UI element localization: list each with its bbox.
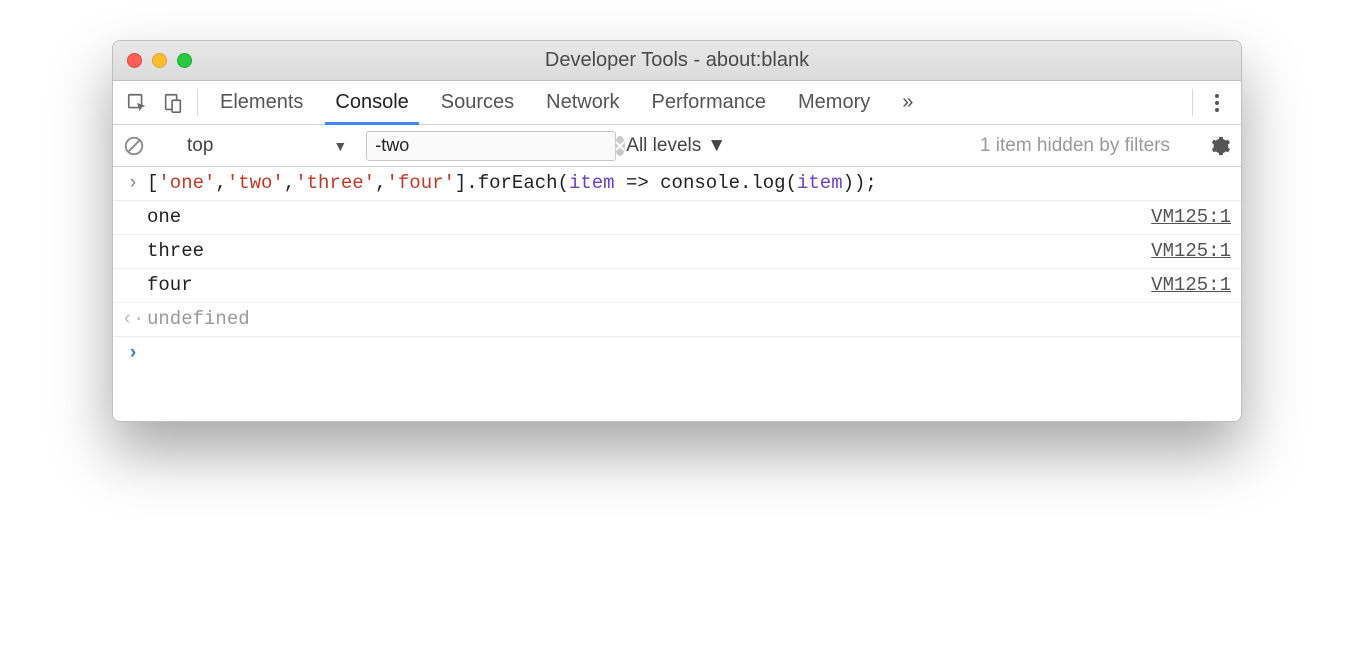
filter-input-wrapper xyxy=(366,131,616,161)
tab-memory[interactable]: Memory xyxy=(782,81,886,124)
hidden-count-message: 1 item hidden by filters xyxy=(980,135,1170,157)
clear-console-button[interactable] xyxy=(123,135,145,157)
chevron-down-icon: ▼ xyxy=(333,138,347,154)
return-value: undefined xyxy=(147,308,1231,330)
separator xyxy=(197,89,198,116)
window-title: Developer Tools - about:blank xyxy=(113,49,1241,72)
log-message: one xyxy=(147,206,1151,228)
log-source-link[interactable]: VM125:1 xyxy=(1151,274,1231,296)
devtools-window: Developer Tools - about:blank Elements C… xyxy=(112,40,1242,422)
levels-label: All levels xyxy=(626,135,701,157)
console-settings-button[interactable] xyxy=(1209,135,1231,157)
filter-input[interactable] xyxy=(375,135,607,156)
console-prompt-row[interactable]: › xyxy=(113,337,1241,371)
tab-label: Elements xyxy=(220,91,303,114)
log-source-link[interactable]: VM125:1 xyxy=(1151,240,1231,262)
tab-network[interactable]: Network xyxy=(530,81,635,124)
panel-tabs: Elements Console Sources Network Perform… xyxy=(204,81,929,124)
tab-label: Network xyxy=(546,91,619,114)
log-source-link[interactable]: VM125:1 xyxy=(1151,206,1231,228)
console-output: › ['one','two','three','four'].forEach(i… xyxy=(113,167,1241,421)
tab-performance[interactable]: Performance xyxy=(636,81,783,124)
tab-sources[interactable]: Sources xyxy=(425,81,530,124)
console-return-row: ‹· undefined xyxy=(113,303,1241,337)
separator xyxy=(1192,89,1193,116)
tab-label: Performance xyxy=(652,91,767,114)
return-prompt-icon: ‹· xyxy=(119,308,147,330)
tab-console[interactable]: Console xyxy=(319,81,424,124)
close-window-button[interactable] xyxy=(127,53,142,68)
console-input-echo-row: › ['one','two','three','four'].forEach(i… xyxy=(113,167,1241,201)
context-selector[interactable]: top ▼ xyxy=(178,130,356,162)
log-message: four xyxy=(147,274,1151,296)
console-code: ['one','two','three','four'].forEach(ite… xyxy=(147,172,1231,194)
input-prompt-icon: › xyxy=(119,342,147,364)
inspect-element-icon[interactable] xyxy=(119,81,155,124)
device-toolbar-icon[interactable] xyxy=(155,81,191,124)
log-message: three xyxy=(147,240,1151,262)
tabs-overflow-button[interactable]: » xyxy=(886,81,929,124)
tab-label: Memory xyxy=(798,91,870,114)
console-log-row: four VM125:1 xyxy=(113,269,1241,303)
more-options-button[interactable] xyxy=(1199,81,1235,124)
input-prompt-icon: › xyxy=(119,172,147,194)
context-value: top xyxy=(187,135,213,157)
devtools-tabbar: Elements Console Sources Network Perform… xyxy=(113,81,1241,125)
chevron-down-icon: ▼ xyxy=(707,135,726,157)
minimize-window-button[interactable] xyxy=(152,53,167,68)
traffic-lights xyxy=(113,53,192,68)
log-level-selector[interactable]: All levels ▼ xyxy=(626,135,726,157)
tab-label: Sources xyxy=(441,91,514,114)
console-log-row: three VM125:1 xyxy=(113,235,1241,269)
window-titlebar: Developer Tools - about:blank xyxy=(113,41,1241,81)
tab-elements[interactable]: Elements xyxy=(204,81,319,124)
console-filter-bar: top ▼ All levels ▼ 1 item hidden by filt… xyxy=(113,125,1241,167)
maximize-window-button[interactable] xyxy=(177,53,192,68)
clear-filter-button[interactable] xyxy=(615,136,625,156)
console-log-row: one VM125:1 xyxy=(113,201,1241,235)
overflow-glyph: » xyxy=(902,91,913,114)
tab-label: Console xyxy=(335,91,408,114)
